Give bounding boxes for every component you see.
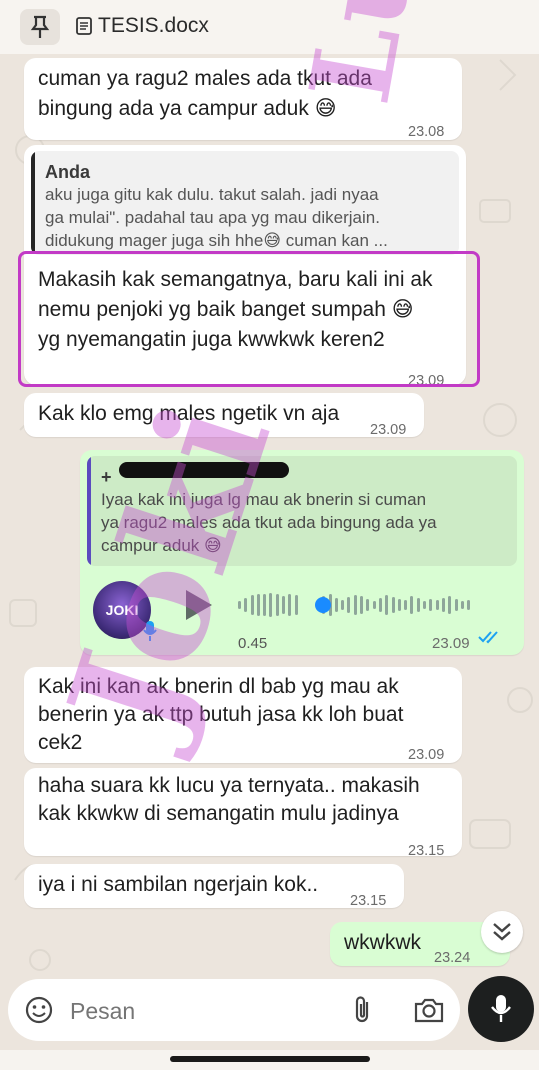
message-composer	[8, 979, 460, 1041]
microphone-badge-icon	[143, 620, 157, 648]
avatar-label: JOKI	[105, 602, 139, 618]
microphone-icon	[491, 995, 511, 1022]
home-gesture-handle[interactable]	[170, 1056, 370, 1062]
message-line: Kak ini kan ak bnerin dl bab yg mau ak	[38, 675, 399, 698]
document-chip[interactable]: TESIS.docx	[76, 14, 209, 38]
message-bubble[interactable]: Kak ini kan ak bnerin dl bab yg mau ak b…	[24, 667, 462, 763]
message-time: 23.09	[370, 422, 407, 438]
message-input[interactable]	[68, 992, 332, 1030]
message-bubble[interactable]: cuman ya ragu2 males ada tkut ada bingun…	[24, 58, 462, 140]
highlight-frame	[18, 251, 480, 387]
scroll-down-button[interactable]	[481, 911, 523, 953]
message-line: iya i ni sambilan ngerjain kok..	[38, 873, 319, 896]
play-icon[interactable]	[186, 590, 212, 620]
message-time: 23.15	[350, 893, 387, 909]
top-bar: TESIS.docx	[0, 0, 539, 54]
document-icon	[76, 17, 92, 35]
message-line: cek2	[38, 731, 83, 754]
voice-progress-dot[interactable]	[315, 597, 331, 613]
message-time: 23.09	[432, 635, 470, 652]
message-time: 23.09	[408, 747, 445, 763]
message-bubble[interactable]: Kak klo emg males ngetik vn aja 23.09	[24, 393, 424, 438]
quoted-message[interactable]: + Iyaa kak ini juga lg mau ak bnerin si …	[87, 456, 517, 566]
message-line: bingung ada ya campur aduk 😅	[38, 97, 337, 120]
quoted-message[interactable]: Anda aku juga gitu kak dulu. takut salah…	[31, 151, 459, 255]
quoted-text: aku juga gitu kak dulu. takut salah. jad…	[45, 185, 388, 250]
quoted-text: Iyaa kak ini juga lg mau ak bnerin si cu…	[101, 490, 437, 555]
emoji-icon[interactable]	[24, 995, 54, 1025]
document-name: TESIS.docx	[98, 14, 209, 37]
message-time: 23.24	[434, 950, 471, 966]
redacted-name	[119, 462, 289, 478]
message-time: 23.15	[408, 843, 445, 859]
voice-duration: 0.45	[238, 635, 268, 652]
voice-waveform[interactable]	[238, 590, 471, 620]
camera-icon[interactable]	[413, 996, 445, 1024]
message-line: kak kkwkw di semangatin mulu jadinya	[38, 802, 399, 825]
chevron-down-icon	[493, 923, 511, 941]
message-line: haha suara kk lucu ya ternyata.. makasih	[38, 774, 420, 797]
read-ticks-icon	[478, 631, 498, 644]
paperclip-icon[interactable]	[350, 994, 374, 1026]
message-line: benerin ya ak ttp butuh jasa kk loh buat	[38, 703, 404, 726]
message-bubble[interactable]: iya i ni sambilan ngerjain kok.. 23.15	[24, 864, 404, 909]
pin-icon	[30, 15, 50, 38]
pin-button[interactable]	[20, 9, 60, 45]
message-time: 23.08	[408, 124, 445, 140]
voice-record-button[interactable]	[468, 976, 534, 1042]
message-line: Kak klo emg males ngetik vn aja	[38, 402, 340, 425]
message-line: wkwkwk	[344, 931, 421, 954]
message-bubble[interactable]: haha suara kk lucu ya ternyata.. makasih…	[24, 768, 462, 859]
message-line: cuman ya ragu2 males ada tkut ada	[38, 67, 372, 90]
